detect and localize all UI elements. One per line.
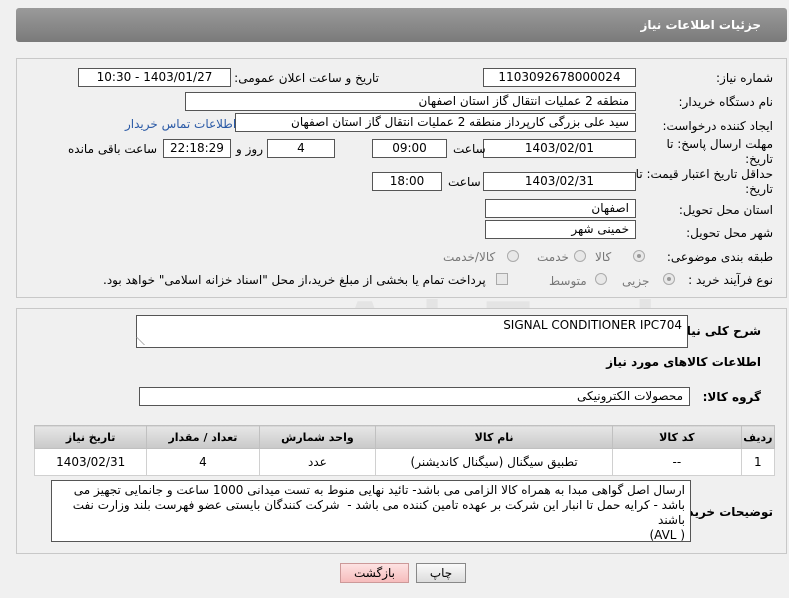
page-title: جزئیات اطلاعات نیاز bbox=[640, 18, 761, 32]
category-radio-goods[interactable] bbox=[633, 250, 645, 262]
price-date-field: 1403/02/31 bbox=[483, 172, 636, 191]
cell-code: -- bbox=[611, 448, 742, 476]
category-radio-service[interactable] bbox=[574, 250, 586, 262]
col-unit: واحد شمارش bbox=[258, 425, 377, 449]
province-field: اصفهان bbox=[485, 199, 636, 218]
days-field: 4 bbox=[267, 139, 335, 158]
col-name: نام کالا bbox=[375, 425, 613, 449]
cell-unit: عدد bbox=[258, 448, 377, 476]
announce-label: تاریخ و ساعت اعلان عمومی: bbox=[234, 71, 379, 85]
print-button[interactable]: چاپ bbox=[416, 563, 466, 583]
process-radio-medium[interactable] bbox=[595, 273, 607, 285]
category-option-goods-service: کالا/خدمت bbox=[443, 250, 496, 264]
process-option-minor: جزیی bbox=[622, 274, 650, 288]
treasury-payment-note: پرداخت تمام یا بخشی از مبلغ خرید،از محل … bbox=[103, 273, 486, 287]
goods-group-label: گروه کالا: bbox=[702, 390, 761, 404]
cell-qty: 4 bbox=[146, 448, 260, 476]
buyer-field: منطقه 2 عملیات انتقال گاز استان اصفهان bbox=[185, 92, 636, 111]
table-row: 1 -- تطبیق سیگنال (سیگنال کاندیشنر) عدد … bbox=[33, 448, 776, 476]
price-time-label: ساعت bbox=[448, 175, 481, 189]
buyer-label: نام دستگاه خریدار: bbox=[678, 95, 774, 109]
category-radio-goods-service[interactable] bbox=[507, 250, 519, 262]
category-label: طبقه بندی موضوعی: bbox=[666, 250, 773, 264]
description-value: SIGNAL CONDITIONER IPC704 bbox=[503, 318, 682, 332]
goods-table: ردیف کد کالا نام کالا واحد شمارش تعداد /… bbox=[33, 425, 776, 476]
col-code: کد کالا bbox=[611, 425, 742, 449]
reply-date-field: 1403/02/01 bbox=[483, 139, 636, 158]
goods-group-field: محصولات الکترونیکی bbox=[139, 387, 690, 406]
col-row: ردیف bbox=[740, 425, 776, 449]
contact-info-link[interactable]: اطلاعات تماس خریدار bbox=[125, 117, 236, 131]
reply-time-label: ساعت bbox=[453, 142, 486, 156]
goods-table-header: ردیف کد کالا نام کالا واحد شمارش تعداد /… bbox=[33, 425, 776, 449]
reply-deadline-label: مهلت ارسال پاسخ: تا تاریخ: bbox=[666, 137, 773, 166]
col-qty: تعداد / مقدار bbox=[146, 425, 260, 449]
treasury-payment-checkbox[interactable] bbox=[496, 273, 508, 285]
announce-field: 1403/01/27 - 10:30 bbox=[78, 68, 231, 87]
page-header: جزئیات اطلاعات نیاز bbox=[16, 8, 787, 42]
process-option-medium: متوسط bbox=[549, 274, 587, 288]
need-number-field: 1103092678000024 bbox=[483, 68, 636, 87]
city-field: خمینی شهر bbox=[485, 220, 636, 239]
process-radio-minor[interactable] bbox=[663, 273, 675, 285]
days-label: روز و bbox=[236, 142, 263, 156]
creator-label: ایجاد کننده درخواست: bbox=[662, 119, 773, 133]
goods-section-title: اطلاعات کالاهای مورد نیاز bbox=[606, 355, 761, 369]
cell-name: تطبیق سیگنال (سیگنال کاندیشنر) bbox=[375, 448, 613, 476]
category-option-goods: کالا bbox=[595, 250, 612, 264]
category-option-service: خدمت bbox=[537, 250, 569, 264]
col-date: تاریخ نیاز bbox=[33, 425, 148, 449]
process-label: نوع فرآیند خرید : bbox=[688, 273, 773, 287]
need-number-label: شماره نیاز: bbox=[716, 71, 773, 85]
cell-date: 1403/02/31 bbox=[33, 448, 148, 476]
back-button[interactable]: بازگشت bbox=[340, 563, 409, 583]
price-validity-label: حداقل تاریخ اعتبار قیمت: تا تاریخ: bbox=[635, 167, 773, 196]
reply-time-field: 09:00 bbox=[372, 139, 447, 158]
cell-row: 1 bbox=[740, 448, 776, 476]
resize-grip-icon[interactable] bbox=[136, 337, 153, 345]
province-label: استان محل تحویل: bbox=[678, 203, 773, 217]
buyer-notes-field: ارسال اصل گواهی مبدا به همراه کالا الزام… bbox=[51, 480, 691, 542]
city-label: شهر محل تحویل: bbox=[686, 226, 773, 240]
creator-field: سید علی بزرگی کارپرداز منطقه 2 عملیات ان… bbox=[235, 113, 636, 132]
price-time-field: 18:00 bbox=[372, 172, 442, 191]
remaining-time-field: 22:18:29 bbox=[163, 139, 231, 158]
remaining-time-label: ساعت باقی مانده bbox=[68, 142, 158, 156]
description-field: SIGNAL CONDITIONER IPC704 bbox=[136, 315, 688, 348]
